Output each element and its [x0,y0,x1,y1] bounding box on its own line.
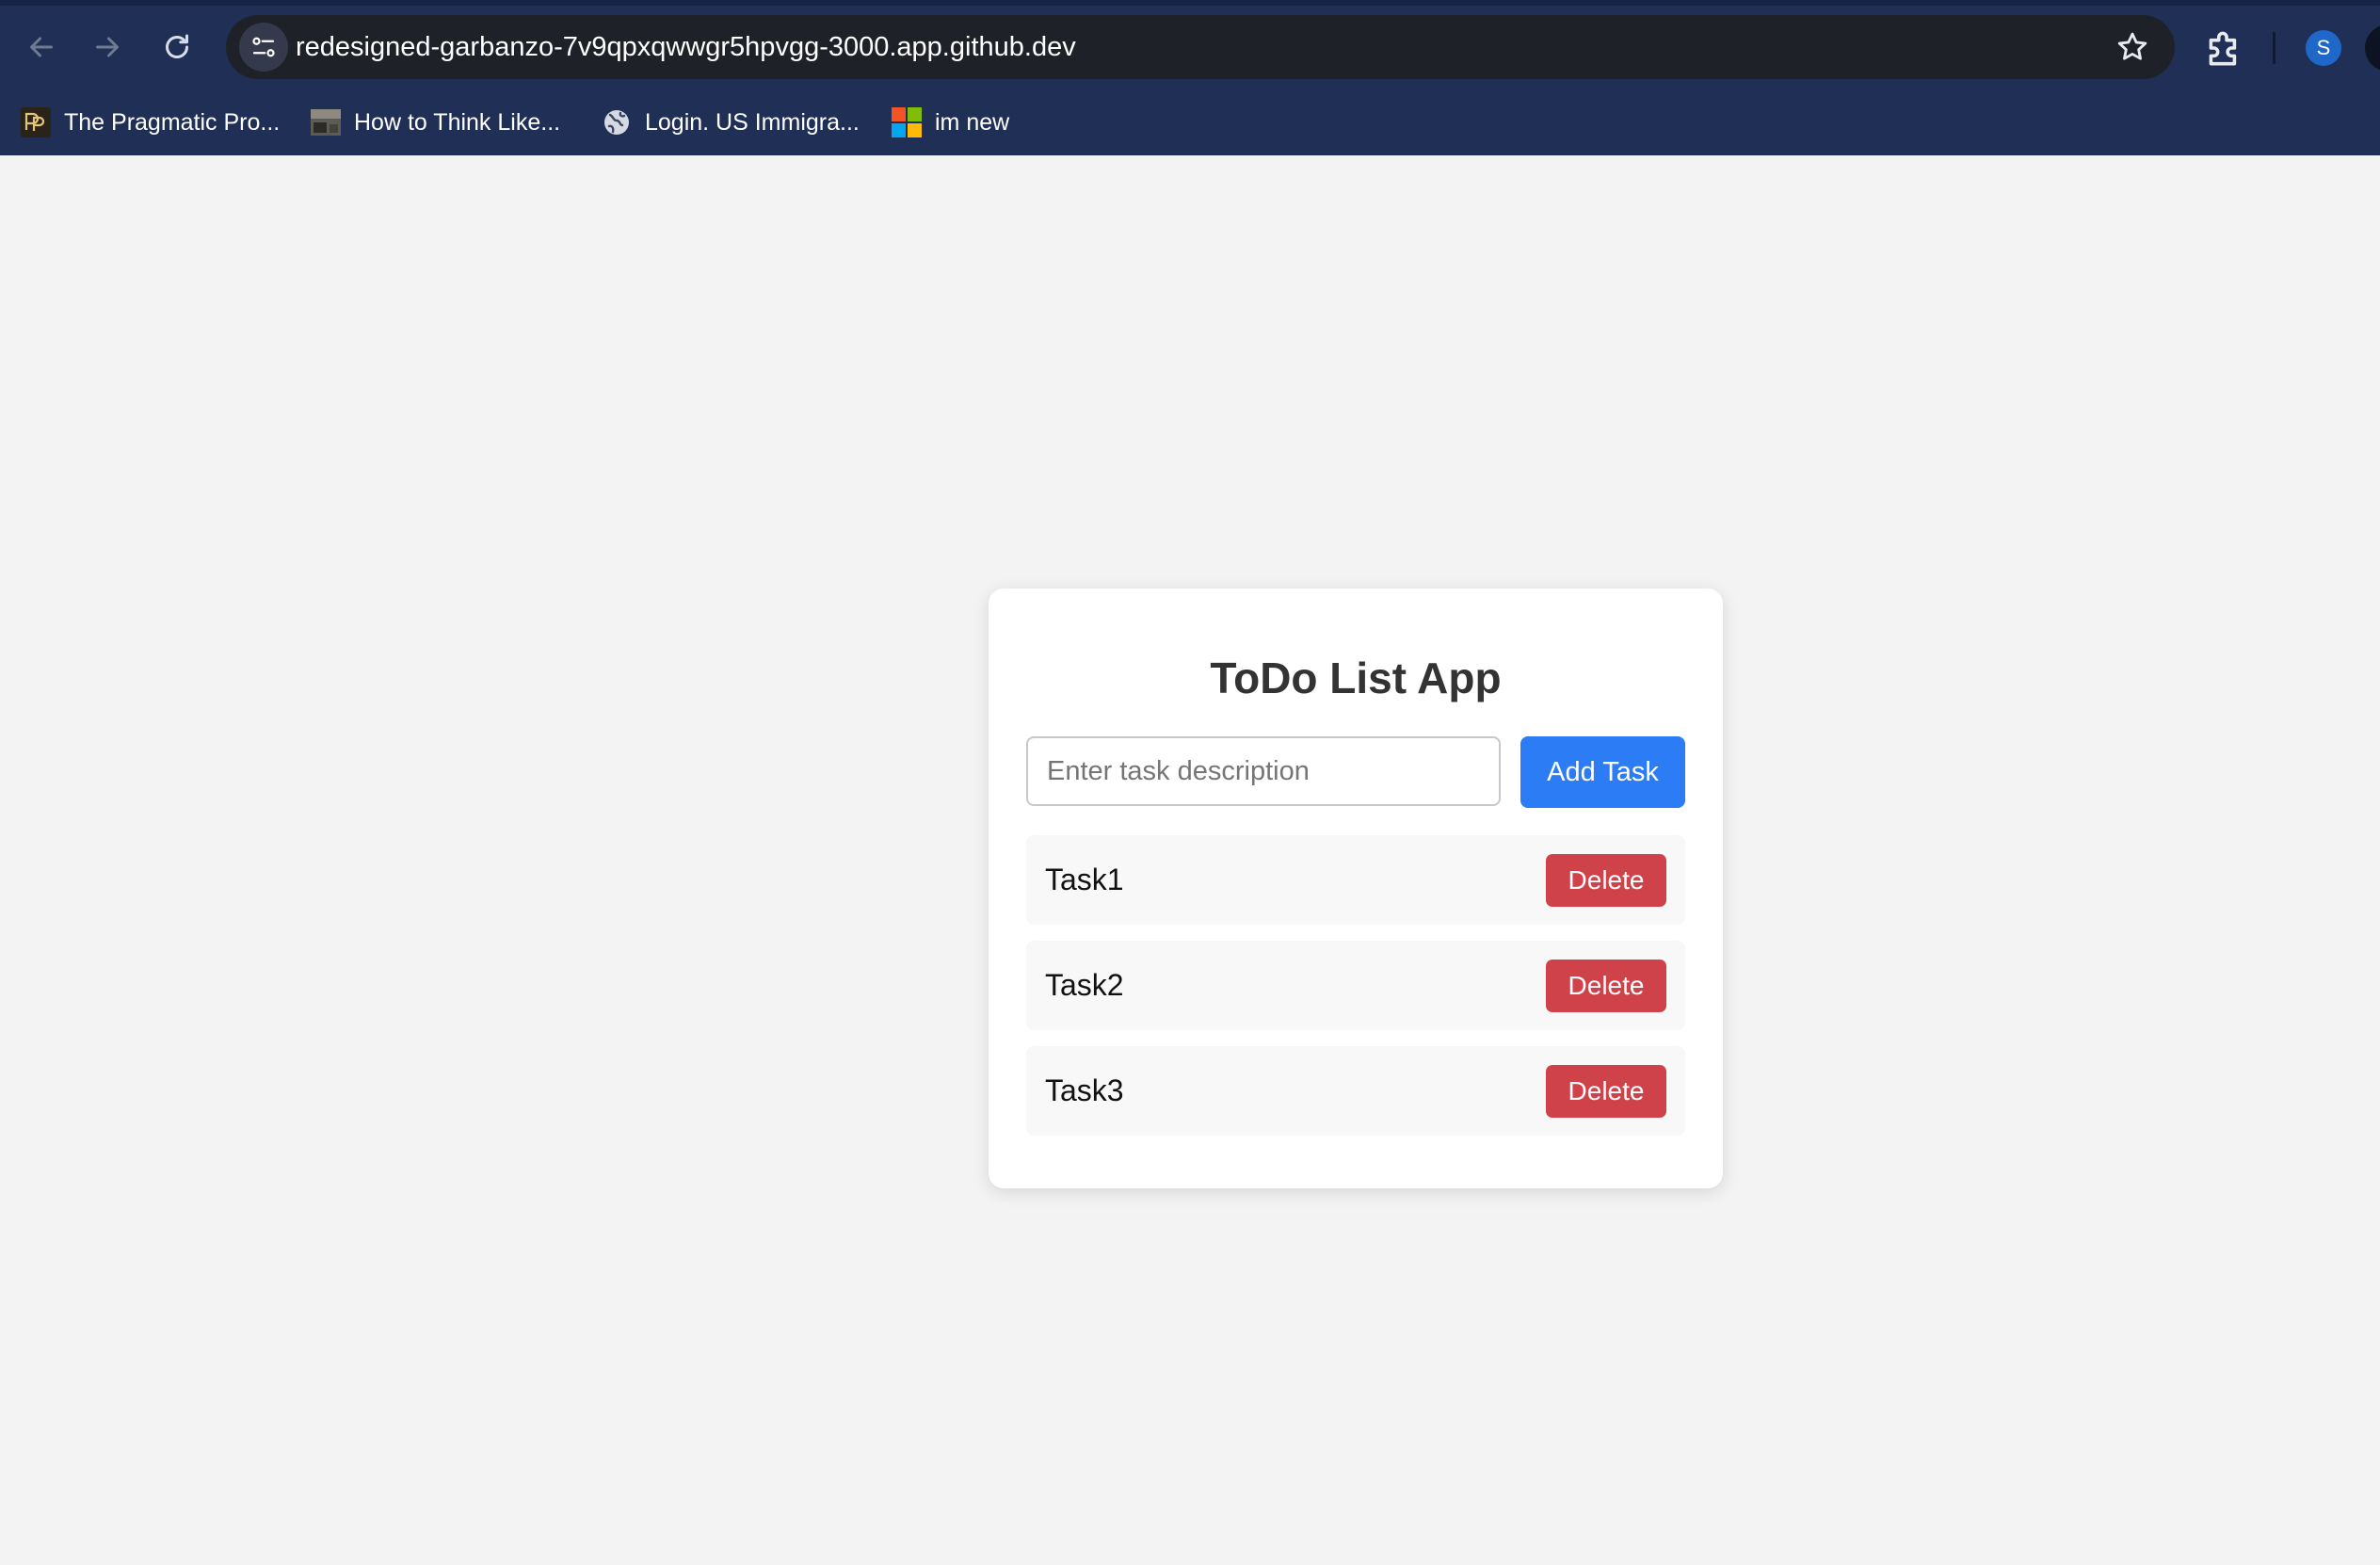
tab-strip [0,0,2380,6]
toolbar-divider [2273,32,2275,64]
task-item: Task2 Delete [1026,941,1685,1030]
task-label: Task1 [1045,863,1124,896]
back-arrow-icon [30,37,53,57]
profile-avatar[interactable]: S [2306,30,2341,66]
browser-menu-button[interactable] [2365,24,2380,72]
page-title: ToDo List App [1210,653,1502,702]
url-text[interactable]: redesigned-garbanzo-7v9qpxqwwgr5hpvgg-30… [296,15,1076,79]
todo-card: ToDo List App Add Task Task1 Delete Task… [989,589,1723,1188]
bookmark-item[interactable]: im new [892,98,1009,147]
bookmark-label: im new [935,108,1010,136]
pragmatic-programmer-favicon [21,107,51,137]
bookmark-item[interactable]: How to Think Like... [311,98,560,147]
task-label: Task2 [1045,968,1124,1002]
task-description-input[interactable] [1026,736,1501,806]
tune-icon [252,37,275,57]
extensions-puzzle-icon[interactable] [2201,24,2248,72]
bookmark-star-icon[interactable] [2115,29,2150,65]
book-thumbnail-favicon [311,109,341,136]
bookmark-label: Login. US Immigra... [645,108,860,136]
browser-toolbar: redesigned-garbanzo-7v9qpxqwwgr5hpvgg-30… [0,0,2380,155]
task-item: Task1 Delete [1026,835,1685,925]
bookmark-item[interactable]: Login. US Immigra... [602,98,860,147]
reload-button[interactable] [151,21,203,73]
bookmark-label: How to Think Like... [354,108,561,136]
reload-icon [166,34,188,58]
bookmark-label: The Pragmatic Pro... [64,108,281,136]
globe-icon [604,110,629,135]
site-info-button[interactable] [239,23,288,72]
bookmark-item[interactable]: The Pragmatic Pro... [21,98,280,147]
add-task-button[interactable]: Add Task [1520,736,1685,808]
back-button[interactable] [15,21,68,73]
task-list: Task1 Delete Task2 Delete Task3 Delete [1026,835,1685,1152]
delete-task-button[interactable]: Delete [1546,854,1666,907]
microsoft-logo-icon [892,107,922,137]
forward-button[interactable] [81,21,134,73]
task-label: Task3 [1045,1073,1124,1107]
delete-task-button[interactable]: Delete [1546,960,1666,1012]
address-bar[interactable]: redesigned-garbanzo-7v9qpxqwwgr5hpvgg-30… [226,15,2175,79]
delete-task-button[interactable]: Delete [1546,1065,1666,1118]
forward-arrow-icon [96,37,119,57]
task-item: Task3 Delete [1026,1046,1685,1136]
bookmarks-bar: The Pragmatic Pro... How to Think Like..… [0,98,2380,147]
